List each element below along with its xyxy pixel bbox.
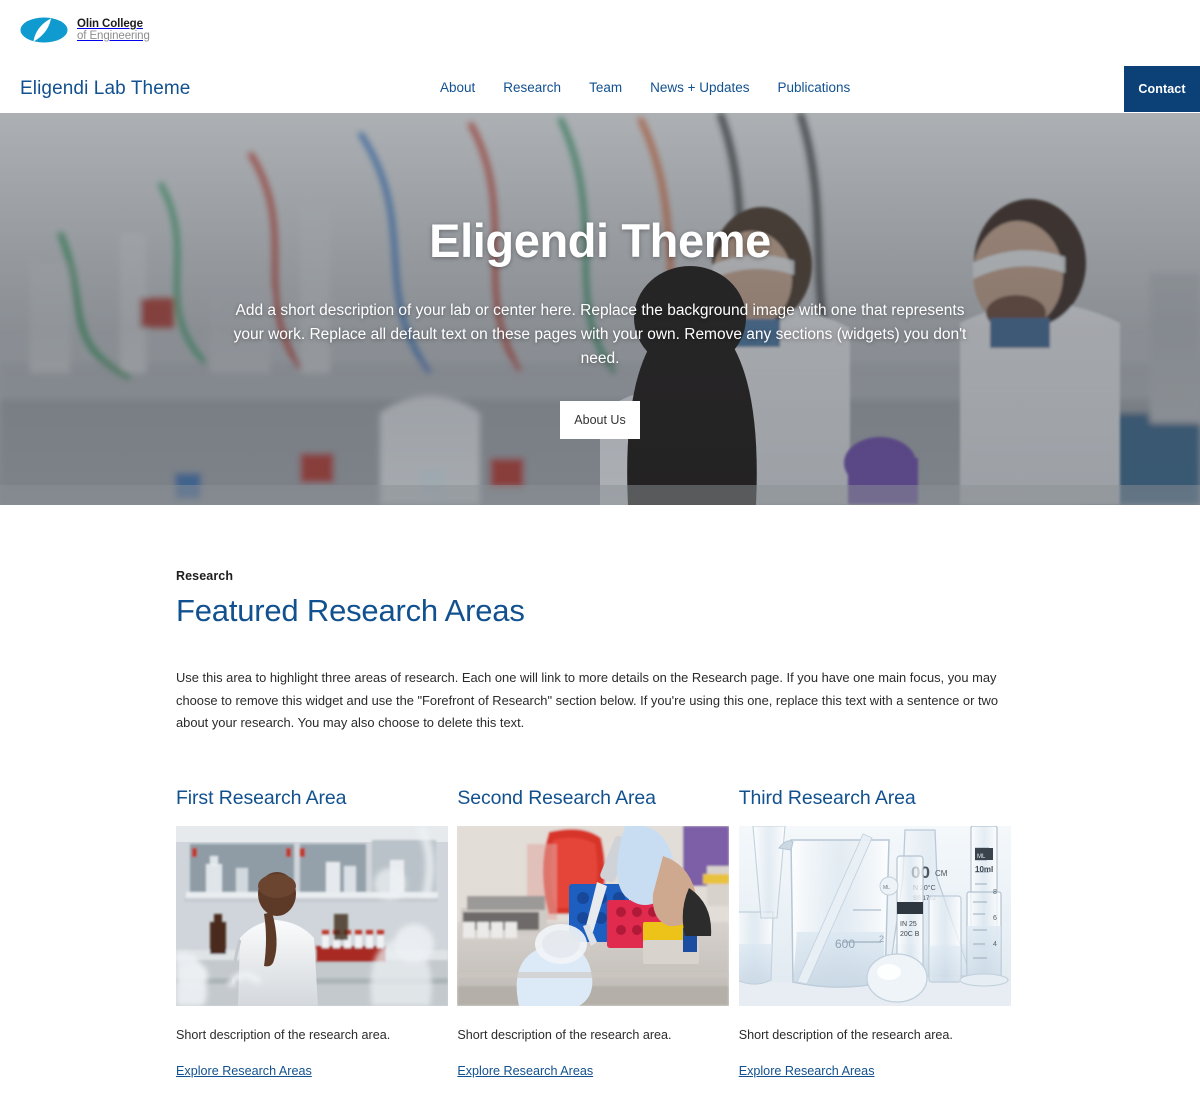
- research-card-description: Short description of the research area.: [457, 1027, 672, 1042]
- featured-research-section: Research Featured Research Areas Use thi…: [0, 505, 1200, 1080]
- olin-wordmark-line1: Olin College: [77, 17, 143, 30]
- explore-research-areas-link[interactable]: Explore Research Areas: [739, 1064, 875, 1078]
- research-card-image: 600 2 00 CM N 20°C SS 1792: [738, 825, 1011, 1006]
- nav-item-research[interactable]: Research: [503, 80, 561, 95]
- main-navigation: About Research Team News + Updates Publi…: [440, 80, 850, 95]
- about-us-button[interactable]: About Us: [560, 401, 640, 439]
- svg-text:10ml: 10ml: [975, 865, 993, 874]
- svg-text:ML: ML: [977, 854, 986, 860]
- olin-wordmark: Olin College of Engineering: [77, 18, 150, 42]
- svg-text:4: 4: [993, 941, 997, 948]
- nav-item-news-updates[interactable]: News + Updates: [650, 80, 749, 95]
- svg-text:2: 2: [879, 934, 884, 944]
- research-card-description: Short description of the research area.: [738, 1027, 953, 1042]
- svg-text:20C B: 20C B: [900, 931, 920, 938]
- svg-text:6: 6: [993, 915, 997, 922]
- research-card-title: First Research Area: [176, 786, 347, 809]
- research-card-list: First Research Area Short description of…: [176, 787, 1022, 1080]
- nav-item-team[interactable]: Team: [589, 80, 622, 95]
- svg-text:IN 25: IN 25: [900, 921, 917, 928]
- research-card-description: Short description of the research area.: [176, 1027, 391, 1042]
- hero-subtitle: Add a short description of your lab or c…: [233, 302, 967, 367]
- section-eyebrow: Research: [176, 569, 234, 583]
- svg-text:600: 600: [835, 937, 855, 951]
- explore-research-areas-link[interactable]: Explore Research Areas: [176, 1064, 312, 1078]
- section-title: Featured Research Areas: [176, 593, 525, 628]
- research-card: Second Research Area Short description o…: [457, 787, 738, 1080]
- site-header: Olin College of Engineering Eligendi Lab…: [0, 0, 1200, 113]
- research-card-title: Second Research Area: [457, 786, 656, 809]
- olin-logo-mark: [20, 16, 68, 44]
- research-card: Third Research Area 600 2 CM N 20°C SS 1…: [738, 786, 1022, 1080]
- olin-wordmark-line2: of Engineering: [77, 30, 150, 42]
- svg-text:ML: ML: [883, 885, 890, 891]
- nav-item-about[interactable]: About: [440, 80, 475, 95]
- research-card-title: Third Research Area: [738, 786, 916, 809]
- svg-text:8: 8: [993, 889, 997, 896]
- contact-button[interactable]: Contact: [1124, 66, 1200, 112]
- research-card-image: [457, 825, 730, 1006]
- research-card: First Research Area Short description of…: [176, 787, 457, 1080]
- nav-item-publications[interactable]: Publications: [778, 80, 851, 95]
- hero-banner: Eligendi Theme Add a short description o…: [0, 113, 1200, 505]
- research-card-image: [176, 825, 448, 1006]
- site-title[interactable]: Eligendi Lab Theme: [20, 78, 190, 100]
- svg-text:CM: CM: [935, 869, 948, 878]
- explore-research-areas-link[interactable]: Explore Research Areas: [457, 1064, 593, 1078]
- olin-college-logo[interactable]: Olin College of Engineering: [20, 16, 150, 44]
- hero-title: Eligendi Theme: [429, 214, 771, 267]
- section-description: Use this area to highlight three areas o…: [176, 670, 999, 730]
